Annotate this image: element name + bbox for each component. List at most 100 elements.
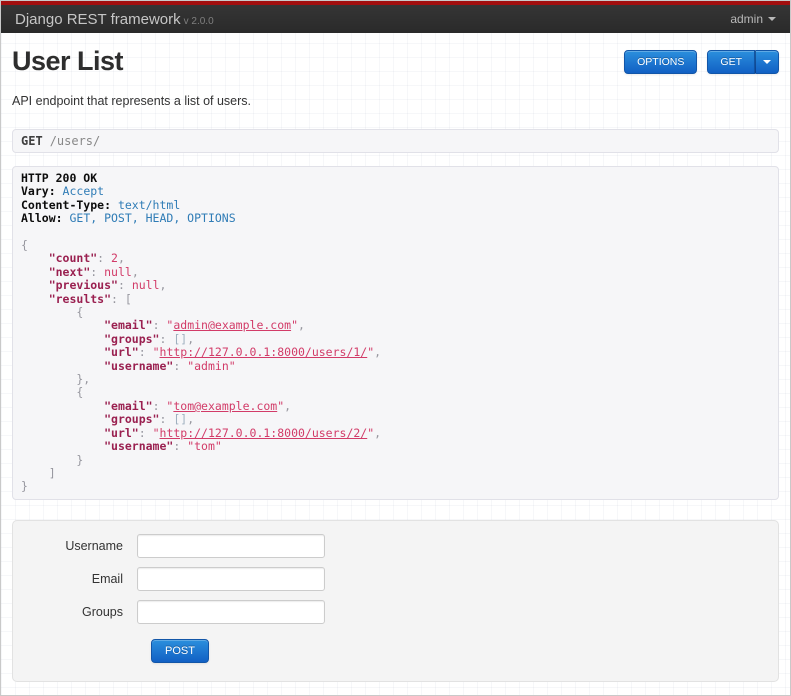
code-segment: {: [21, 238, 28, 253]
code-segment: "groups": [104, 412, 160, 427]
code-segment: null: [131, 278, 160, 293]
code-segment: "tom": [187, 439, 222, 454]
post-button[interactable]: POST: [151, 638, 209, 663]
code-segment: ,: [374, 345, 382, 360]
caret-down-icon: [763, 59, 771, 64]
code-segment: ,: [187, 331, 195, 346]
code-line: "email": "tom@example.com",: [21, 398, 770, 413]
email-field[interactable]: [137, 566, 325, 591]
code-segment: Allow:: [21, 211, 63, 226]
code-line: ]: [21, 466, 770, 480]
options-button[interactable]: OPTIONS: [624, 49, 698, 74]
code-line: {: [21, 238, 770, 253]
json-link[interactable]: http://127.0.0.1:8000/users/2/: [160, 426, 368, 440]
code-segment: :: [97, 251, 112, 266]
response-block: HTTP 200 OK Vary: Accept Content-Type: tex…: [12, 166, 779, 500]
code-segment: ,: [131, 264, 139, 279]
code-line: "previous": null,: [21, 279, 770, 292]
code-segment: ,: [374, 425, 382, 440]
code-segment: ,: [298, 318, 305, 333]
user-name: admin: [730, 12, 763, 26]
get-button[interactable]: GET: [707, 49, 755, 74]
code-segment: :: [159, 331, 174, 346]
navbar: Django REST framework v 2.0.0 admin: [1, 5, 790, 33]
version-label: v 2.0.0: [183, 15, 214, 27]
code-segment: :: [173, 358, 188, 373]
code-segment: Accept: [55, 184, 105, 199]
code-segment: }: [21, 452, 84, 467]
code-segment: "previous": [48, 278, 118, 293]
code-line: "url": "http://127.0.0.1:8000/users/1/",: [21, 346, 770, 359]
code-segment: ,: [159, 278, 167, 293]
code-line: Vary: Accept: [21, 185, 770, 198]
code-segment: :: [152, 398, 167, 413]
username-field[interactable]: [137, 533, 325, 558]
action-buttons: OPTIONS GET: [624, 49, 779, 74]
brand-link[interactable]: Django REST framework v 2.0.0: [15, 11, 214, 28]
code-line: "count": 2,: [21, 252, 770, 265]
code-line: "groups": [],: [21, 413, 770, 426]
request-method: GET: [21, 134, 43, 148]
code-segment: "url": [104, 425, 139, 440]
code-line: "email": "admin@example.com",: [21, 319, 770, 332]
code-segment: ": [152, 425, 160, 440]
code-segment: :: [152, 318, 167, 333]
code-segment: {: [21, 305, 84, 320]
code-line: {: [21, 386, 770, 399]
code-line: "username": "tom": [21, 439, 770, 454]
user-dropdown[interactable]: admin: [730, 12, 776, 26]
code-segment: 2: [111, 251, 118, 266]
form-row: Groups: [13, 599, 778, 624]
code-segment: "url": [104, 345, 139, 360]
groups-field[interactable]: [137, 599, 325, 624]
json-link[interactable]: tom@example.com: [173, 399, 277, 413]
code-segment: "admin": [187, 358, 236, 373]
code-segment: :: [117, 278, 132, 293]
json-link[interactable]: http://127.0.0.1:8000/users/1/: [160, 345, 368, 359]
form-row: Username: [13, 533, 778, 558]
code-segment: "results": [48, 291, 112, 306]
code-segment: "count": [48, 251, 98, 266]
get-format-dropdown-button[interactable]: [755, 49, 779, 74]
code-segment: null: [104, 264, 132, 279]
code-segment: :: [159, 412, 174, 427]
brand-title: Django REST framework: [15, 10, 181, 28]
code-segment: GET, POST, HEAD, OPTIONS: [62, 211, 236, 226]
main-content: User List OPTIONS GET API endpoint that …: [1, 46, 790, 682]
code-segment: :: [90, 264, 105, 279]
page: Django REST framework v 2.0.0 admin User …: [0, 0, 791, 696]
form-actions: POST: [151, 638, 778, 663]
code-line: "next": null,: [21, 264, 770, 279]
username-label: Username: [65, 538, 123, 553]
json-link[interactable]: admin@example.com: [173, 318, 291, 332]
code-segment: },: [21, 372, 91, 387]
code-segment: ": [291, 318, 298, 333]
code-segment: "email": [104, 398, 153, 413]
code-segment: :: [138, 345, 153, 360]
code-line: }: [21, 452, 770, 467]
code-segment: :: [173, 439, 188, 454]
code-line: "results": [: [21, 291, 770, 306]
page-title: User List: [12, 46, 124, 76]
code-segment: {: [21, 385, 84, 400]
email-label: Email: [91, 571, 123, 586]
form-row: Email: [13, 566, 778, 591]
page-header: User List OPTIONS GET: [12, 46, 779, 77]
request-path: /users/: [49, 134, 101, 148]
code-segment: : [: [111, 291, 132, 306]
code-line: Allow: GET, POST, HEAD, OPTIONS: [21, 212, 770, 225]
request-bar: GET/users/: [12, 129, 779, 153]
code-segment: "username": [104, 439, 174, 454]
code-segment: Vary:: [21, 184, 56, 199]
create-user-form: Username Email Groups POST: [12, 519, 779, 682]
code-line: Content-Type: text/html: [21, 198, 770, 212]
